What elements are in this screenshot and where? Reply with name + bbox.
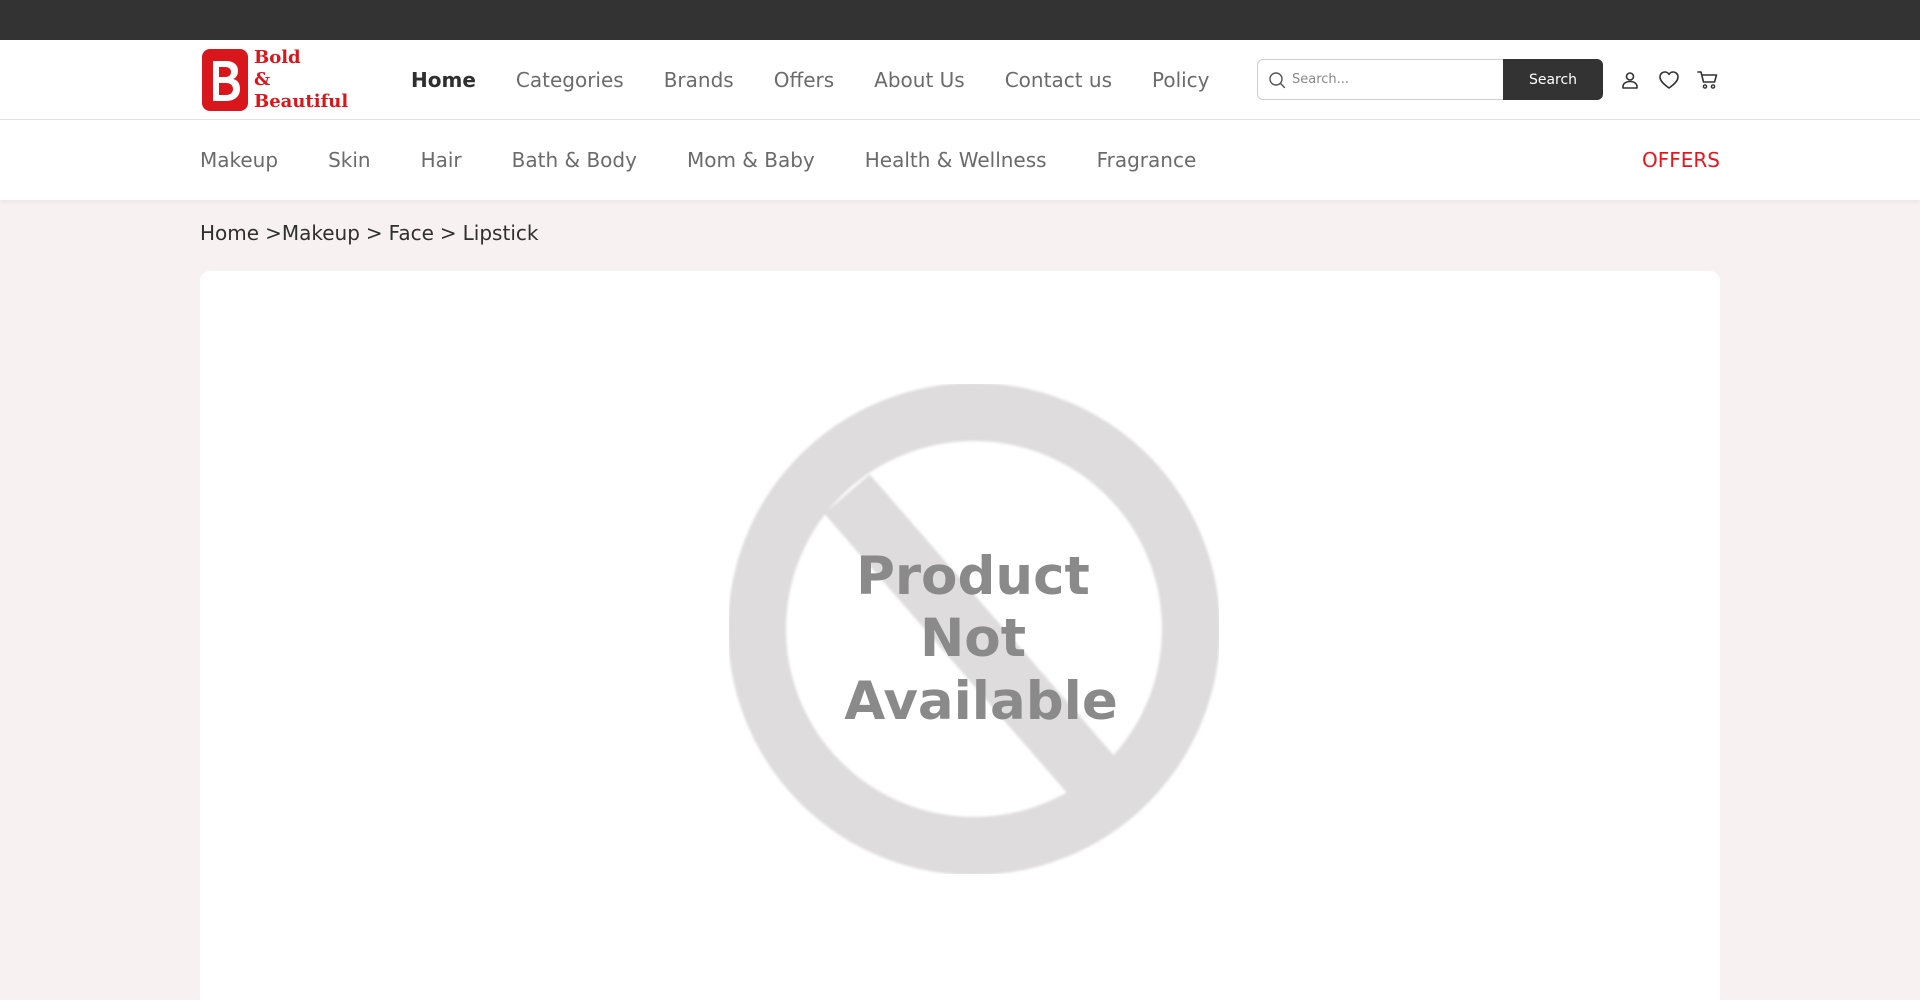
category-nav: Makeup Skin Hair Bath & Body Mom & Baby … <box>0 120 1920 200</box>
main-nav-brands[interactable]: Brands <box>664 68 734 92</box>
na-text-line1: Product <box>856 546 1090 607</box>
category-makeup[interactable]: Makeup <box>200 148 278 172</box>
category-mom-baby[interactable]: Mom & Baby <box>687 148 815 172</box>
brand-name-line3: Beautiful <box>254 91 349 112</box>
breadcrumb-current: Lipstick <box>462 221 539 245</box>
offers-link[interactable]: OFFERS <box>1642 120 1720 200</box>
main-nav-categories[interactable]: Categories <box>516 68 624 92</box>
product-not-available-image: Product Not Available <box>729 384 1219 874</box>
breadcrumb-makeup[interactable]: Makeup <box>282 221 360 245</box>
header-icons <box>1618 40 1720 120</box>
category-skin[interactable]: Skin <box>328 148 371 172</box>
brand-logo[interactable]: Bold & Beautiful <box>200 46 360 114</box>
main-nav-home[interactable]: Home <box>411 68 476 92</box>
breadcrumb-separator: > <box>265 221 282 245</box>
brand-name: Bold & Beautiful <box>254 47 348 113</box>
main-nav-offers[interactable]: Offers <box>774 68 834 92</box>
top-announcement-bar <box>0 0 1920 40</box>
search-bar: Search <box>1257 59 1603 100</box>
main-nav: Home Categories Brands Offers About Us C… <box>411 40 1210 120</box>
main-nav-policy[interactable]: Policy <box>1152 68 1210 92</box>
breadcrumb-face[interactable]: Face <box>389 221 434 245</box>
user-icon[interactable] <box>1618 68 1642 92</box>
breadcrumb: Home > Makeup > Face > Lipstick <box>200 221 538 245</box>
category-links: Makeup Skin Hair Bath & Body Mom & Baby … <box>200 120 1196 200</box>
category-fragrance[interactable]: Fragrance <box>1097 148 1197 172</box>
na-text-line2: Not <box>920 608 1026 669</box>
search-icon <box>1269 71 1286 88</box>
breadcrumb-separator: > <box>439 221 457 245</box>
category-hair[interactable]: Hair <box>421 148 462 172</box>
breadcrumb-separator: > <box>365 221 383 245</box>
search-input[interactable] <box>1292 72 1492 87</box>
logo-b-mark-icon <box>202 49 248 111</box>
heart-icon[interactable] <box>1657 68 1681 92</box>
product-card: Product Not Available <box>200 271 1720 1000</box>
main-nav-contact-us[interactable]: Contact us <box>1005 68 1112 92</box>
main-nav-about-us[interactable]: About Us <box>874 68 965 92</box>
category-health-wellness[interactable]: Health & Wellness <box>865 148 1047 172</box>
search-button[interactable]: Search <box>1503 59 1603 100</box>
breadcrumb-home[interactable]: Home <box>200 221 259 245</box>
brand-name-line2: & <box>254 69 271 90</box>
search-box <box>1257 59 1503 100</box>
na-text-line3: Available <box>844 671 1118 732</box>
brand-name-line1: Bold <box>254 47 301 68</box>
site-header: Bold & Beautiful Home Categories Brands … <box>0 40 1920 120</box>
category-bath-body[interactable]: Bath & Body <box>512 148 637 172</box>
cart-icon[interactable] <box>1696 68 1720 92</box>
